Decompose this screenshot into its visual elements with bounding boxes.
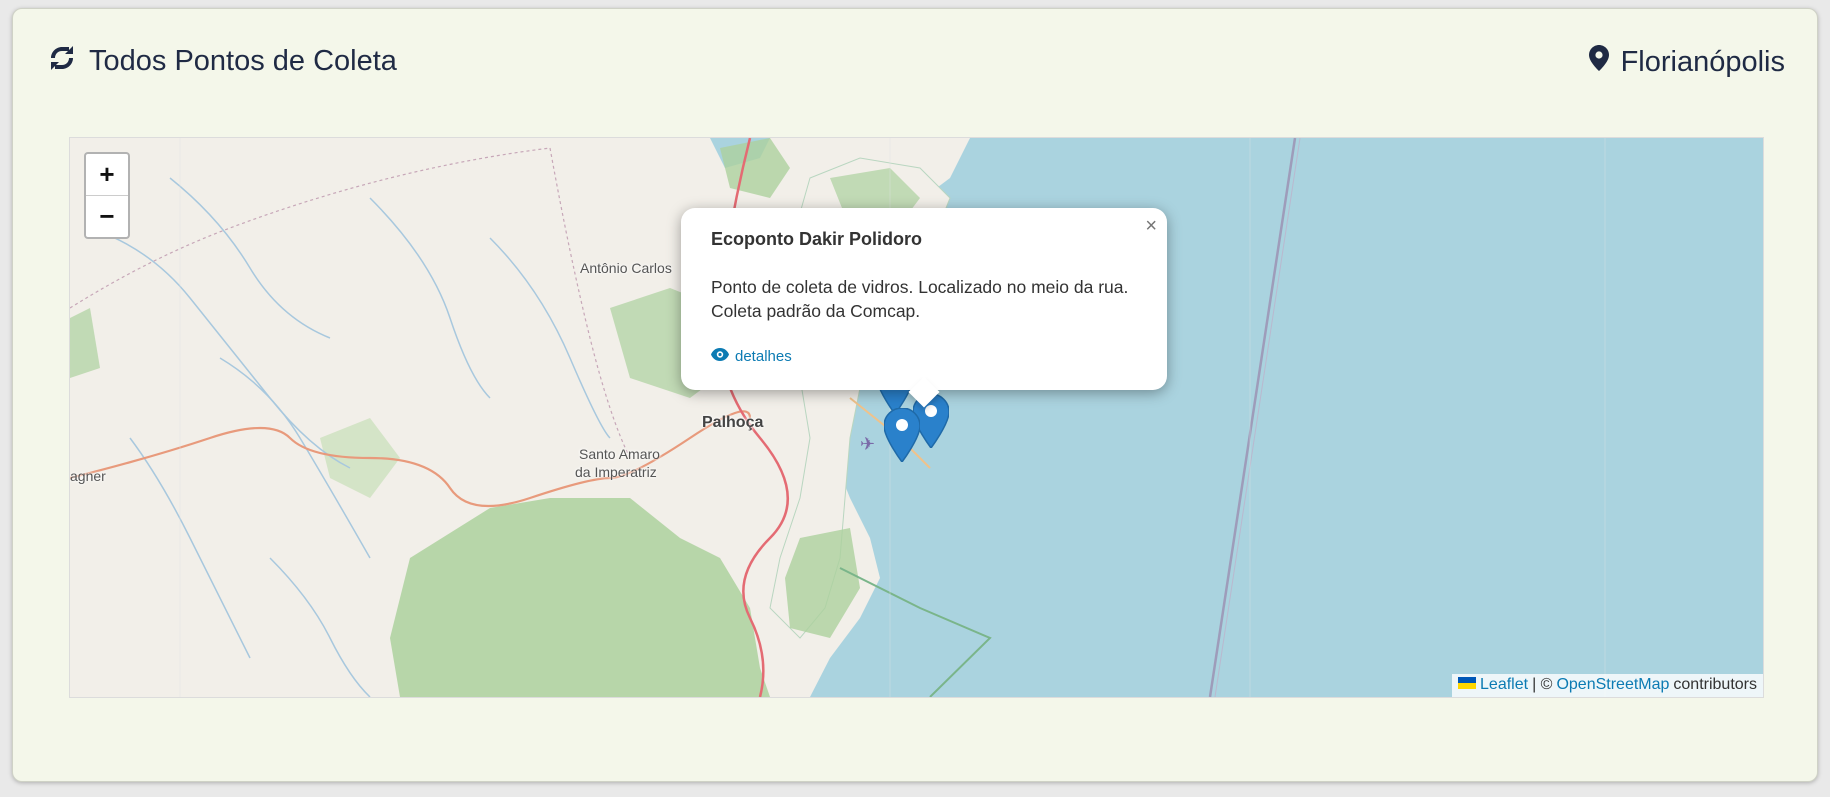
page-title-text: Todos Pontos de Coleta bbox=[89, 45, 397, 77]
city-name: Florianópolis bbox=[1620, 45, 1785, 78]
attribution-contributors: contributors bbox=[1673, 676, 1757, 693]
place-label-santo-amaro-line1: Santo Amaro bbox=[579, 446, 660, 462]
recycle-icon bbox=[49, 45, 75, 78]
place-label-antonio-carlos: Antônio Carlos bbox=[580, 260, 672, 276]
details-link-label: detalhes bbox=[735, 348, 792, 365]
popup-title: Ecoponto Dakir Polidoro bbox=[711, 229, 923, 249]
map-attribution: Leaflet | © OpenStreetMap contributors bbox=[1452, 674, 1763, 697]
map-marker[interactable] bbox=[883, 407, 921, 467]
page-title: Todos Pontos de Coleta bbox=[49, 45, 397, 78]
zoom-out-button[interactable]: − bbox=[86, 195, 128, 237]
zoom-control: + − bbox=[84, 152, 130, 239]
map-view[interactable]: ✈ Antônio Carlos Palhoça Santo Amaro da … bbox=[69, 137, 1764, 698]
popup-close-button[interactable]: × bbox=[1145, 214, 1157, 238]
popup-description: Ponto de coleta de vidros. Localizado no… bbox=[711, 277, 1129, 321]
leaflet-link[interactable]: Leaflet bbox=[1480, 676, 1528, 694]
details-link[interactable]: detalhes bbox=[711, 348, 792, 365]
zoom-in-button[interactable]: + bbox=[86, 154, 128, 195]
attribution-separator: | © bbox=[1532, 676, 1553, 693]
ukraine-flag-icon bbox=[1458, 676, 1477, 694]
location-pin-icon bbox=[1588, 45, 1609, 79]
eye-icon bbox=[711, 348, 729, 365]
place-label-agner: agner bbox=[70, 468, 106, 484]
marker-popup: × Ecoponto Dakir Polidoro Ponto de colet… bbox=[681, 208, 1167, 408]
collection-points-card: Todos Pontos de Coleta Florianópolis ✈ A… bbox=[12, 8, 1818, 782]
svg-text:✈: ✈ bbox=[860, 434, 875, 455]
openstreetmap-link[interactable]: OpenStreetMap bbox=[1556, 676, 1669, 694]
place-label-santo-amaro-line2: da Imperatriz bbox=[575, 464, 657, 480]
city-indicator: Florianópolis bbox=[1588, 45, 1785, 79]
place-label-palhoca: Palhoça bbox=[702, 414, 764, 431]
